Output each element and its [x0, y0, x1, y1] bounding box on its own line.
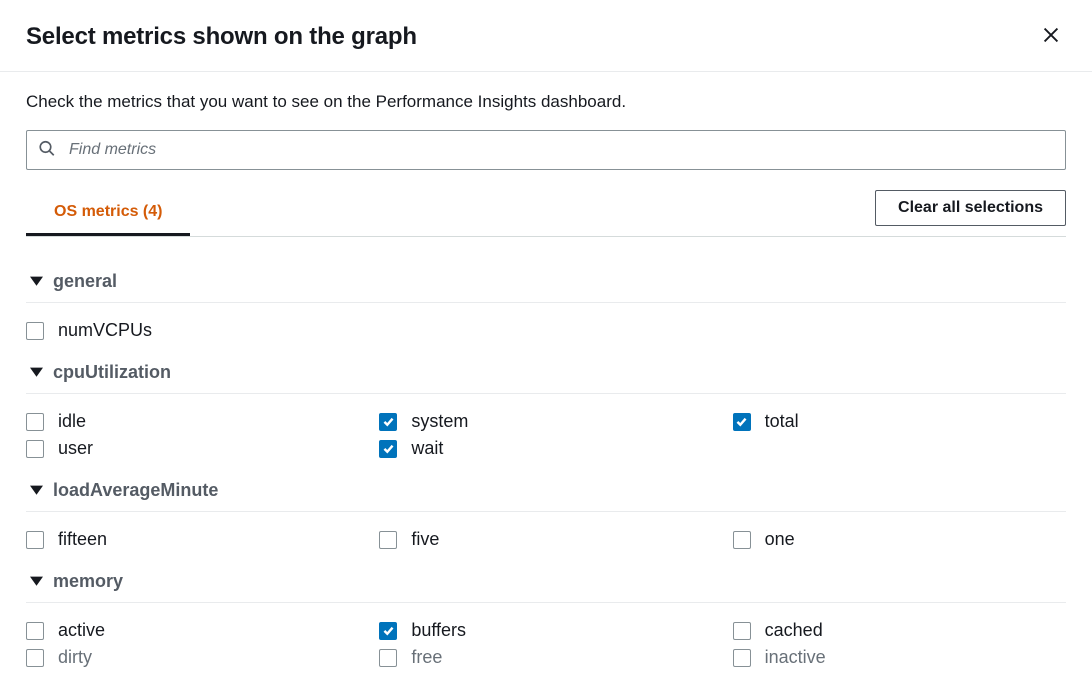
metric-label: cached: [765, 620, 823, 641]
checkbox-checked[interactable]: [733, 413, 751, 431]
group-title: general: [53, 271, 117, 292]
metric-label: dirty: [58, 647, 92, 668]
metric-label: user: [58, 438, 93, 459]
dialog-subtitle: Check the metrics that you want to see o…: [26, 92, 1066, 112]
checkbox-checked[interactable]: [379, 413, 397, 431]
metric-label: active: [58, 620, 105, 641]
metric-item-idle[interactable]: idle: [26, 408, 359, 435]
checkbox-checked[interactable]: [379, 440, 397, 458]
metric-item-one[interactable]: one: [733, 526, 1066, 553]
checkbox[interactable]: [733, 649, 751, 667]
metric-label: free: [411, 647, 442, 668]
caret-down-icon: [30, 574, 43, 590]
metric-item-dirty[interactable]: dirty: [26, 644, 359, 671]
checkbox[interactable]: [26, 649, 44, 667]
metric-label: wait: [411, 438, 443, 459]
metric-label: five: [411, 529, 439, 550]
metric-label: inactive: [765, 647, 826, 668]
metric-item-active[interactable]: active: [26, 617, 359, 644]
search-icon: [38, 140, 56, 161]
group-title: loadAverageMinute: [53, 480, 218, 501]
caret-down-icon: [30, 274, 43, 290]
metric-item-total[interactable]: total: [733, 408, 1066, 435]
group-header-cpuutilization[interactable]: cpuUtilization: [26, 352, 1066, 394]
metric-label: one: [765, 529, 795, 550]
group-memory: memory active buffers cached dirty: [26, 561, 1066, 679]
group-cpuutilization: cpuUtilization idle system total: [26, 352, 1066, 470]
group-loadaverageminute: loadAverageMinute fifteen five one: [26, 470, 1066, 561]
checkbox[interactable]: [26, 322, 44, 340]
metric-label: fifteen: [58, 529, 107, 550]
tab-os-metrics[interactable]: OS metrics (4): [26, 191, 190, 235]
group-header-loadaverageminute[interactable]: loadAverageMinute: [26, 470, 1066, 512]
group-header-memory[interactable]: memory: [26, 561, 1066, 603]
search-container: [26, 130, 1066, 170]
metric-label: total: [765, 411, 799, 432]
search-input[interactable]: [26, 130, 1066, 170]
metric-label: system: [411, 411, 468, 432]
metric-label: numVCPUs: [58, 320, 152, 341]
checkbox[interactable]: [379, 649, 397, 667]
group-title: cpuUtilization: [53, 362, 171, 383]
metric-item-numvcpus[interactable]: numVCPUs: [26, 317, 359, 344]
group-items-general: numVCPUs: [26, 303, 1066, 352]
metric-item-system[interactable]: system: [379, 408, 712, 435]
close-icon: [1040, 34, 1062, 49]
metric-label: buffers: [411, 620, 466, 641]
metric-item-fifteen[interactable]: fifteen: [26, 526, 359, 553]
caret-down-icon: [30, 365, 43, 381]
checkbox[interactable]: [26, 413, 44, 431]
group-title: memory: [53, 571, 123, 592]
dialog-header: Select metrics shown on the graph: [0, 0, 1092, 72]
group-items-memory: active buffers cached dirty free: [26, 603, 1066, 679]
metric-label: idle: [58, 411, 86, 432]
caret-down-icon: [30, 483, 43, 499]
checkbox[interactable]: [26, 622, 44, 640]
tabs: OS metrics (4): [26, 191, 190, 235]
close-button[interactable]: [1036, 20, 1066, 53]
group-items-cpuutilization: idle system total user: [26, 394, 1066, 470]
checkbox[interactable]: [379, 531, 397, 549]
dialog-title: Select metrics shown on the graph: [26, 23, 417, 51]
metric-item-free[interactable]: free: [379, 644, 712, 671]
checkbox[interactable]: [733, 531, 751, 549]
checkbox-checked[interactable]: [379, 622, 397, 640]
group-items-loadaverageminute: fifteen five one: [26, 512, 1066, 561]
metric-item-cached[interactable]: cached: [733, 617, 1066, 644]
tab-row: OS metrics (4) Clear all selections: [26, 190, 1066, 237]
metric-item-inactive[interactable]: inactive: [733, 644, 1066, 671]
clear-all-selections-button[interactable]: Clear all selections: [875, 190, 1066, 226]
metric-item-five[interactable]: five: [379, 526, 712, 553]
checkbox[interactable]: [26, 440, 44, 458]
checkbox[interactable]: [733, 622, 751, 640]
metric-item-user[interactable]: user: [26, 435, 359, 462]
group-general: general numVCPUs: [26, 261, 1066, 352]
metric-item-wait[interactable]: wait: [379, 435, 712, 462]
checkbox[interactable]: [26, 531, 44, 549]
group-header-general[interactable]: general: [26, 261, 1066, 303]
dialog-body: Check the metrics that you want to see o…: [0, 72, 1092, 679]
metric-item-buffers[interactable]: buffers: [379, 617, 712, 644]
